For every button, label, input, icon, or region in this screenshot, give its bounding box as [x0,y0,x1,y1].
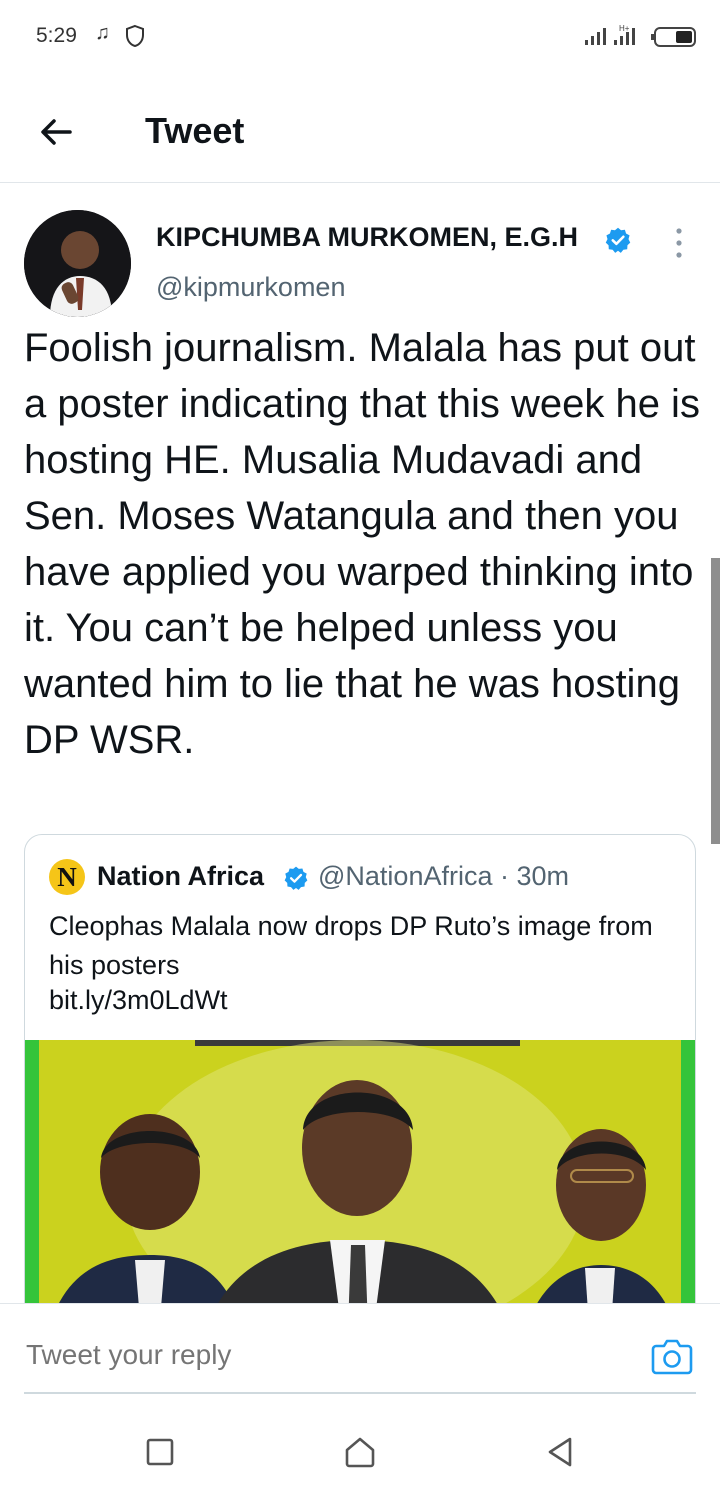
back-triangle-icon[interactable] [542,1434,578,1470]
quoted-tweet-link[interactable]: bit.ly/3m0LdWt [49,985,228,1016]
quoted-handle-time: @NationAfrica · 30m [318,861,569,891]
top-app-bar: Tweet [0,90,720,183]
quoted-tweet[interactable]: N Nation Africa @NationAfrica · 30m Cleo… [24,834,696,1356]
status-time: 5:29 [36,24,77,47]
reply-input[interactable] [24,1338,588,1372]
quoted-tweet-text: Cleophas Malala now drops DP Ruto’s imag… [49,911,653,980]
verified-badge-icon [605,227,631,253]
recents-square-icon[interactable] [142,1434,178,1470]
avatar[interactable] [24,210,131,317]
more-options-icon[interactable] [666,225,692,261]
page-title: Tweet [145,110,245,151]
reply-bar [0,1303,720,1409]
verified-badge-icon [284,866,308,890]
tweet-text: Foolish journalism. Malala has put out a… [24,326,700,762]
arrow-left-icon[interactable] [34,110,78,154]
home-icon[interactable] [342,1434,378,1470]
signal-icon: H+ [585,24,635,45]
nation-africa-logo: N [49,859,85,895]
battery-icon [651,27,696,47]
music-note-icon: ♫ [95,22,110,44]
scrollbar[interactable] [711,558,720,844]
reply-divider [24,1392,696,1394]
svg-text:H+: H+ [619,24,630,33]
camera-icon[interactable] [650,1334,694,1378]
author-handle[interactable]: @kipmurkomen [156,272,345,303]
status-bar: 5:29 ♫ H+ [0,0,720,72]
quoted-author-name: Nation Africa [97,861,265,891]
system-nav-bar [0,1410,720,1500]
shield-icon [126,24,144,48]
author-name[interactable]: KIPCHUMBA MURKOMEN, E.G.H [156,222,578,253]
